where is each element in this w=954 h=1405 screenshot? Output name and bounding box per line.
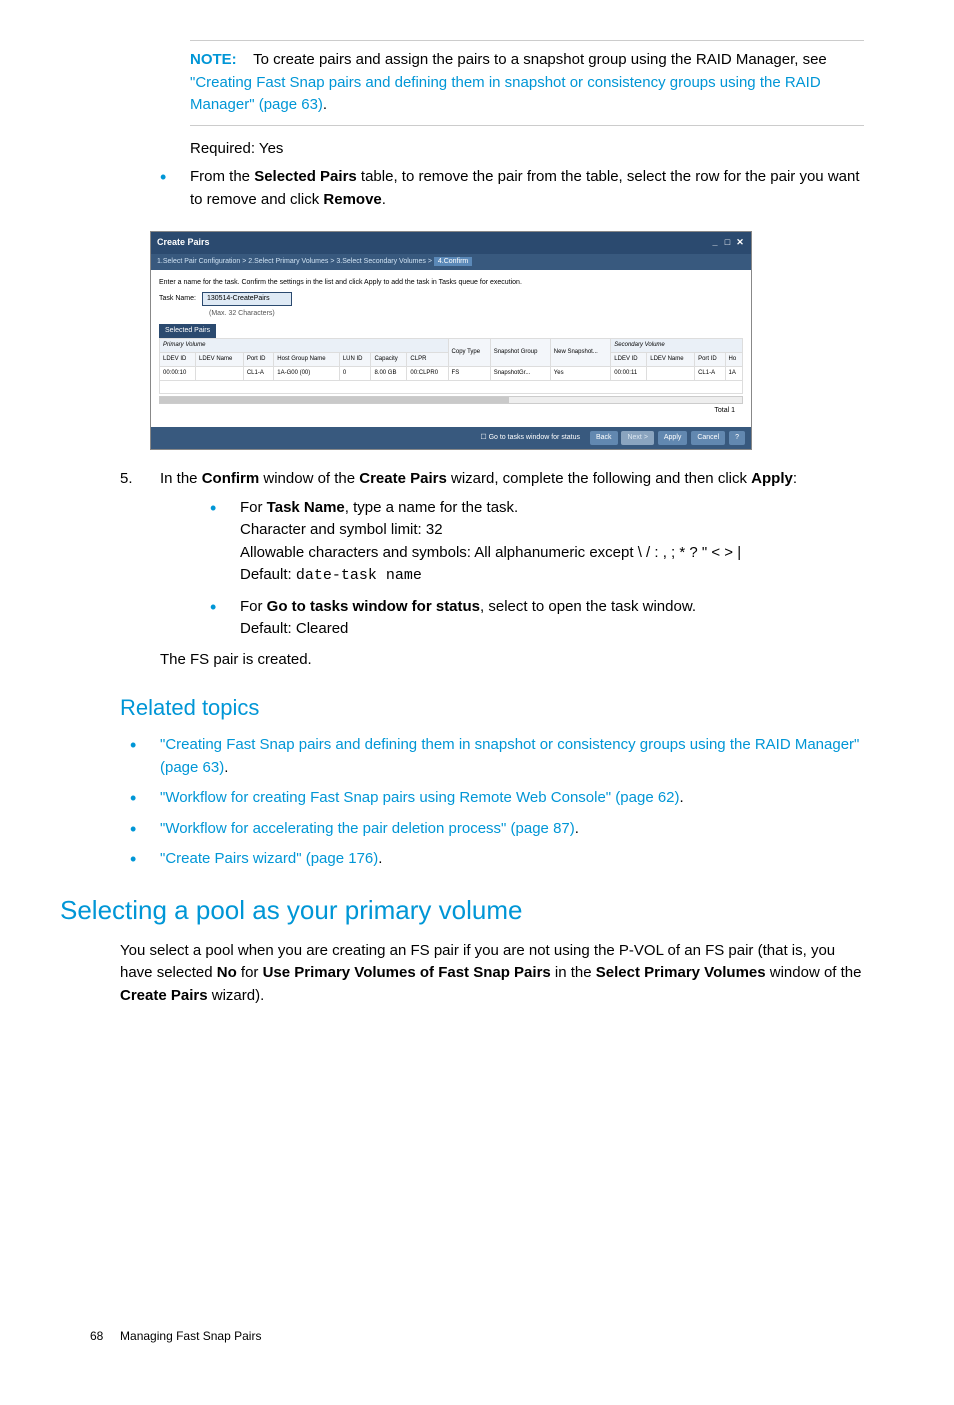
related-link-4[interactable]: "Create Pairs wizard" (page 176) xyxy=(160,850,378,867)
close-icon[interactable]: ✕ xyxy=(735,236,745,250)
bullet-remove-pair: From the Selected Pairs table, to remove… xyxy=(150,166,864,211)
step-number: 5. xyxy=(120,468,133,491)
note-box: NOTE: To create pairs and assign the pai… xyxy=(190,40,864,126)
selected-pairs-tab[interactable]: Selected Pairs xyxy=(159,324,216,339)
horizontal-scrollbar[interactable] xyxy=(159,396,743,404)
related-topic-4: "Create Pairs wizard" (page 176). xyxy=(120,848,864,871)
related-topic-3: "Workflow for accelerating the pair dele… xyxy=(120,818,864,841)
group-secondary: Secondary Volume xyxy=(611,339,743,353)
cancel-button[interactable]: Cancel xyxy=(691,431,725,446)
maximize-icon[interactable]: □ xyxy=(722,236,732,250)
note-text-after: . xyxy=(323,96,327,113)
footer-title: Managing Fast Snap Pairs xyxy=(120,1329,261,1343)
section-heading: Selecting a pool as your primary volume xyxy=(60,891,864,930)
minimize-icon[interactable]: _ xyxy=(710,236,720,250)
page-number: 68 xyxy=(90,1329,103,1343)
go-to-tasks-checkbox[interactable]: ☐ Go to tasks window for status xyxy=(480,434,580,441)
note-text-before: To create pairs and assign the pairs to … xyxy=(253,51,827,68)
next-button: Next > xyxy=(621,431,653,446)
section2-paragraph: You select a pool when you are creating … xyxy=(120,940,864,1008)
wizard-title: Create Pairs xyxy=(157,236,210,250)
task-name-input[interactable]: 130514-CreatePairs xyxy=(202,292,292,307)
wizard-titlebar: Create Pairs _ □ ✕ xyxy=(151,232,751,254)
related-link-1[interactable]: "Creating Fast Snap pairs and defining t… xyxy=(160,736,859,776)
related-link-2[interactable]: "Workflow for creating Fast Snap pairs u… xyxy=(160,789,680,806)
related-link-3[interactable]: "Workflow for accelerating the pair dele… xyxy=(160,820,575,837)
task-name-label: Task Name: xyxy=(159,294,196,305)
required-line: Required: Yes xyxy=(190,138,864,161)
wizard-window-controls: _ □ ✕ xyxy=(710,236,745,250)
related-topic-2: "Workflow for creating Fast Snap pairs u… xyxy=(120,787,864,810)
task-name-hint: (Max. 32 Characters) xyxy=(209,309,743,320)
step5-closing: The FS pair is created. xyxy=(160,649,864,672)
related-topics-heading: Related topics xyxy=(120,691,864,724)
create-pairs-wizard: Create Pairs _ □ ✕ 1.Select Pair Configu… xyxy=(150,231,752,450)
page-footer: 68 Managing Fast Snap Pairs xyxy=(90,1327,864,1345)
wizard-breadcrumb: 1.Select Pair Configuration > 2.Select P… xyxy=(151,254,751,271)
apply-button[interactable]: Apply xyxy=(658,431,688,446)
related-topic-1: "Creating Fast Snap pairs and defining t… xyxy=(120,734,864,779)
back-button[interactable]: Back xyxy=(590,431,618,446)
help-button[interactable]: ? xyxy=(729,431,745,446)
group-primary: Primary Volume xyxy=(160,339,449,353)
table-row[interactable]: 00:00:10 CL1-A 1A-G00 (00) 0 8.00 GB 00:… xyxy=(160,367,743,381)
note-link[interactable]: "Creating Fast Snap pairs and defining t… xyxy=(190,74,821,114)
note-label: NOTE: xyxy=(190,51,237,68)
step-5: 5. In the Confirm window of the Create P… xyxy=(120,468,864,671)
bullet-go-to-tasks: For Go to tasks window for status, selec… xyxy=(200,596,864,641)
total-count: Total 1 xyxy=(159,404,743,419)
wizard-instruction: Enter a name for the task. Confirm the s… xyxy=(159,278,743,289)
bullet-task-name: For Task Name, type a name for the task.… xyxy=(200,497,864,588)
breadcrumb-active: 4.Confirm xyxy=(434,257,472,266)
selected-pairs-table: Primary Volume Copy Type Snapshot Group … xyxy=(159,338,743,394)
wizard-footer: ☐ Go to tasks window for status Back Nex… xyxy=(151,427,751,450)
